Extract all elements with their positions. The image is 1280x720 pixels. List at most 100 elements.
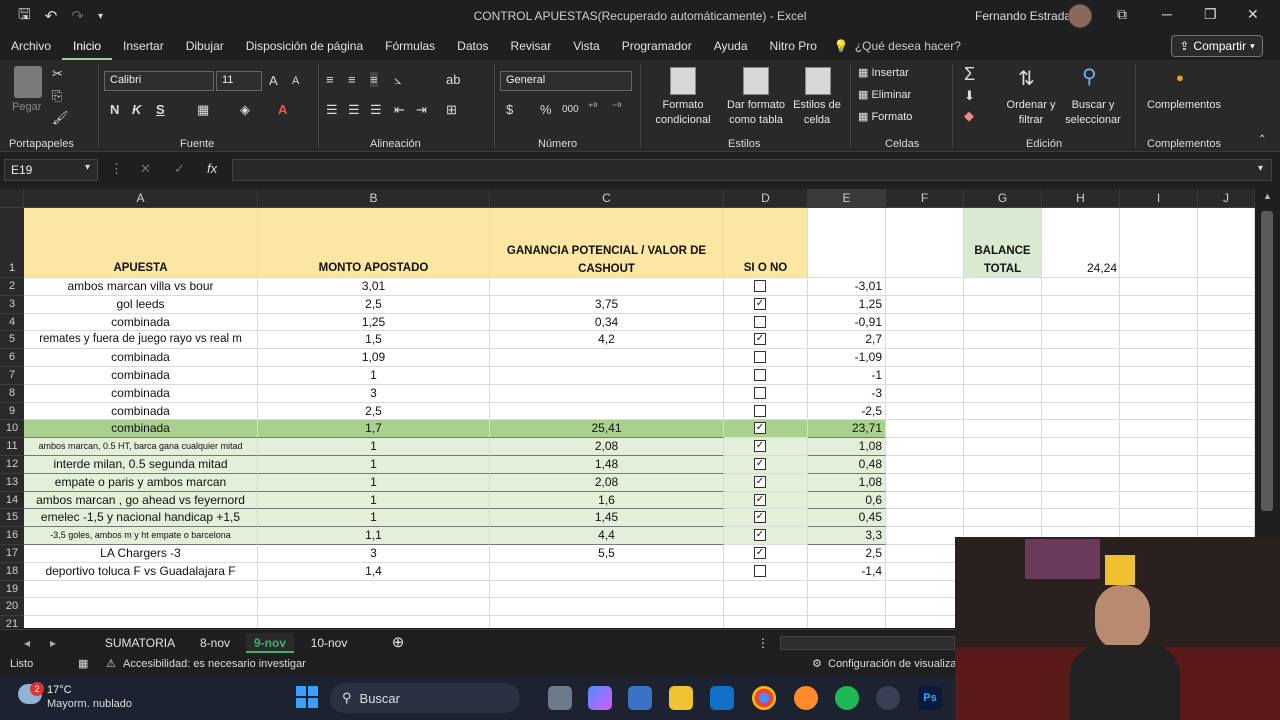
cell-d4[interactable] <box>724 313 808 332</box>
cell-a13[interactable]: empate o paris y ambos marcan <box>24 473 258 492</box>
cell-h10[interactable] <box>1042 420 1120 439</box>
cell-f1[interactable] <box>886 208 964 278</box>
macro-icon[interactable]: ▦ <box>78 657 88 670</box>
header-monto[interactable]: MONTO APOSTADO <box>258 208 490 278</box>
cell-h2[interactable] <box>1042 278 1120 296</box>
chrome-icon[interactable] <box>752 686 776 710</box>
customize-icon[interactable]: ▾ <box>98 11 103 22</box>
weather-desc[interactable]: Mayorm. nublado <box>47 698 132 710</box>
row-header[interactable]: 6 <box>0 349 24 367</box>
sheet-tab-8-nov[interactable]: 8-nov <box>190 633 240 653</box>
fill-color-icon[interactable]: ◈ <box>240 102 250 118</box>
cell-e2[interactable]: -3,01 <box>808 278 886 296</box>
cell-i5[interactable] <box>1120 331 1198 350</box>
checkbox[interactable] <box>754 369 766 381</box>
tab-ayuda[interactable]: Ayuda <box>703 32 759 60</box>
cell-d10[interactable]: ✓ <box>724 420 808 439</box>
cell-i3[interactable] <box>1120 295 1198 314</box>
row-header[interactable]: 5 <box>0 331 24 350</box>
cell-i12[interactable] <box>1120 456 1198 474</box>
cell-b12[interactable]: 1 <box>258 456 490 474</box>
outlook-icon[interactable] <box>710 686 734 710</box>
cell-e18[interactable]: -1,4 <box>808 562 886 581</box>
cell-b19[interactable] <box>258 580 490 599</box>
cell-f12[interactable] <box>886 456 964 474</box>
accessibility-status[interactable]: Accesibilidad: es necesario investigar <box>123 658 306 670</box>
tab-formulas[interactable]: Fórmulas <box>374 32 446 60</box>
thousands-icon[interactable]: 000 <box>562 104 579 115</box>
cell-g2[interactable] <box>964 278 1042 296</box>
cell-c8[interactable] <box>490 384 724 403</box>
cell-j1[interactable] <box>1198 208 1255 278</box>
cell-h7[interactable] <box>1042 367 1120 385</box>
cell-h6[interactable] <box>1042 349 1120 367</box>
cell-i4[interactable] <box>1120 313 1198 332</box>
avatar[interactable] <box>1068 4 1092 28</box>
cell-f8[interactable] <box>886 384 964 403</box>
expand-formula-icon[interactable]: ▾ <box>1258 163 1263 174</box>
checkbox[interactable]: ✓ <box>754 333 766 346</box>
user-name[interactable]: Fernando Estrada <box>975 9 1071 23</box>
cell-c13[interactable]: 2,08 <box>490 473 724 492</box>
cell-f5[interactable] <box>886 331 964 350</box>
row-header[interactable]: 12 <box>0 456 24 474</box>
column-header[interactable]: H <box>1042 189 1120 208</box>
cell-i1[interactable] <box>1120 208 1198 278</box>
tab-disposicion[interactable]: Disposición de página <box>235 32 374 60</box>
cell-a19[interactable] <box>24 580 258 599</box>
cell-a4[interactable]: combinada <box>24 313 258 332</box>
header-ganancia[interactable]: GANANCIA POTENCIAL / VALOR DE CASHOUT <box>490 208 724 278</box>
sheet-tab-9-nov[interactable]: 9-nov <box>246 633 294 653</box>
format-painter-icon[interactable]: 🖌 <box>52 110 69 126</box>
cell-d13[interactable]: ✓ <box>724 473 808 492</box>
start-icon[interactable] <box>296 686 318 708</box>
cell-h4[interactable] <box>1042 313 1120 332</box>
cell-j12[interactable] <box>1198 456 1255 474</box>
row-header[interactable]: 18 <box>0 563 24 581</box>
cell-c11[interactable]: 2,08 <box>490 438 724 456</box>
row-header[interactable]: 8 <box>0 385 24 403</box>
firefox-icon[interactable] <box>794 686 818 710</box>
cell-e15[interactable]: 0,45 <box>808 509 886 528</box>
cell-b14[interactable]: 1 <box>258 491 490 510</box>
cell-a14[interactable]: ambos marcan , go ahead vs feyernord <box>24 491 258 510</box>
cell-h3[interactable] <box>1042 295 1120 314</box>
cell-c17[interactable]: 5,5 <box>490 545 724 563</box>
autosum-icon[interactable]: Σ <box>964 64 975 85</box>
cell-d11[interactable]: ✓ <box>724 438 808 456</box>
cell-i8[interactable] <box>1120 384 1198 403</box>
view-settings-icon[interactable]: ⚙ <box>812 657 822 670</box>
cell-f4[interactable] <box>886 313 964 332</box>
cell-f9[interactable] <box>886 402 964 421</box>
cell-d16[interactable]: ✓ <box>724 527 808 545</box>
cell-e12[interactable]: 0,48 <box>808 456 886 474</box>
checkbox[interactable]: ✓ <box>754 493 766 506</box>
cell-i10[interactable] <box>1120 420 1198 439</box>
cell-e16[interactable]: 3,3 <box>808 527 886 545</box>
cell-a21[interactable] <box>24 616 258 628</box>
cell-c18[interactable] <box>490 562 724 581</box>
cell-h14[interactable] <box>1042 491 1120 510</box>
checkbox[interactable] <box>754 351 766 364</box>
cell-i6[interactable] <box>1120 349 1198 367</box>
cell-a16[interactable]: -3,5 goles, ambos m y ht empate o barcel… <box>24 527 258 545</box>
cell-d2[interactable] <box>724 278 808 296</box>
share-button[interactable]: ⇪ Compartir ▾ <box>1171 35 1263 57</box>
cell-g12[interactable] <box>964 456 1042 474</box>
cell-c3[interactable]: 3,75 <box>490 295 724 314</box>
tell-me-search[interactable]: 💡 ¿Qué desea hacer? <box>834 39 961 53</box>
cell-c12[interactable]: 1,48 <box>490 456 724 474</box>
balance-total-label[interactable]: BALANCE TOTAL <box>964 208 1042 278</box>
cell-c6[interactable] <box>490 349 724 367</box>
cell-f21[interactable] <box>886 616 964 628</box>
checkbox[interactable] <box>754 280 766 292</box>
save-icon[interactable]: 🖫 <box>18 4 31 29</box>
view-settings[interactable]: Configuración de visualiza <box>828 658 956 670</box>
cell-c4[interactable]: 0,34 <box>490 313 724 332</box>
cell-f3[interactable] <box>886 295 964 314</box>
wrap-text-icon[interactable]: ab <box>446 72 460 87</box>
paste-icon[interactable] <box>14 66 42 98</box>
tab-dibujar[interactable]: Dibujar <box>175 32 235 60</box>
cell-a8[interactable]: combinada <box>24 384 258 403</box>
cell-f10[interactable] <box>886 420 964 439</box>
